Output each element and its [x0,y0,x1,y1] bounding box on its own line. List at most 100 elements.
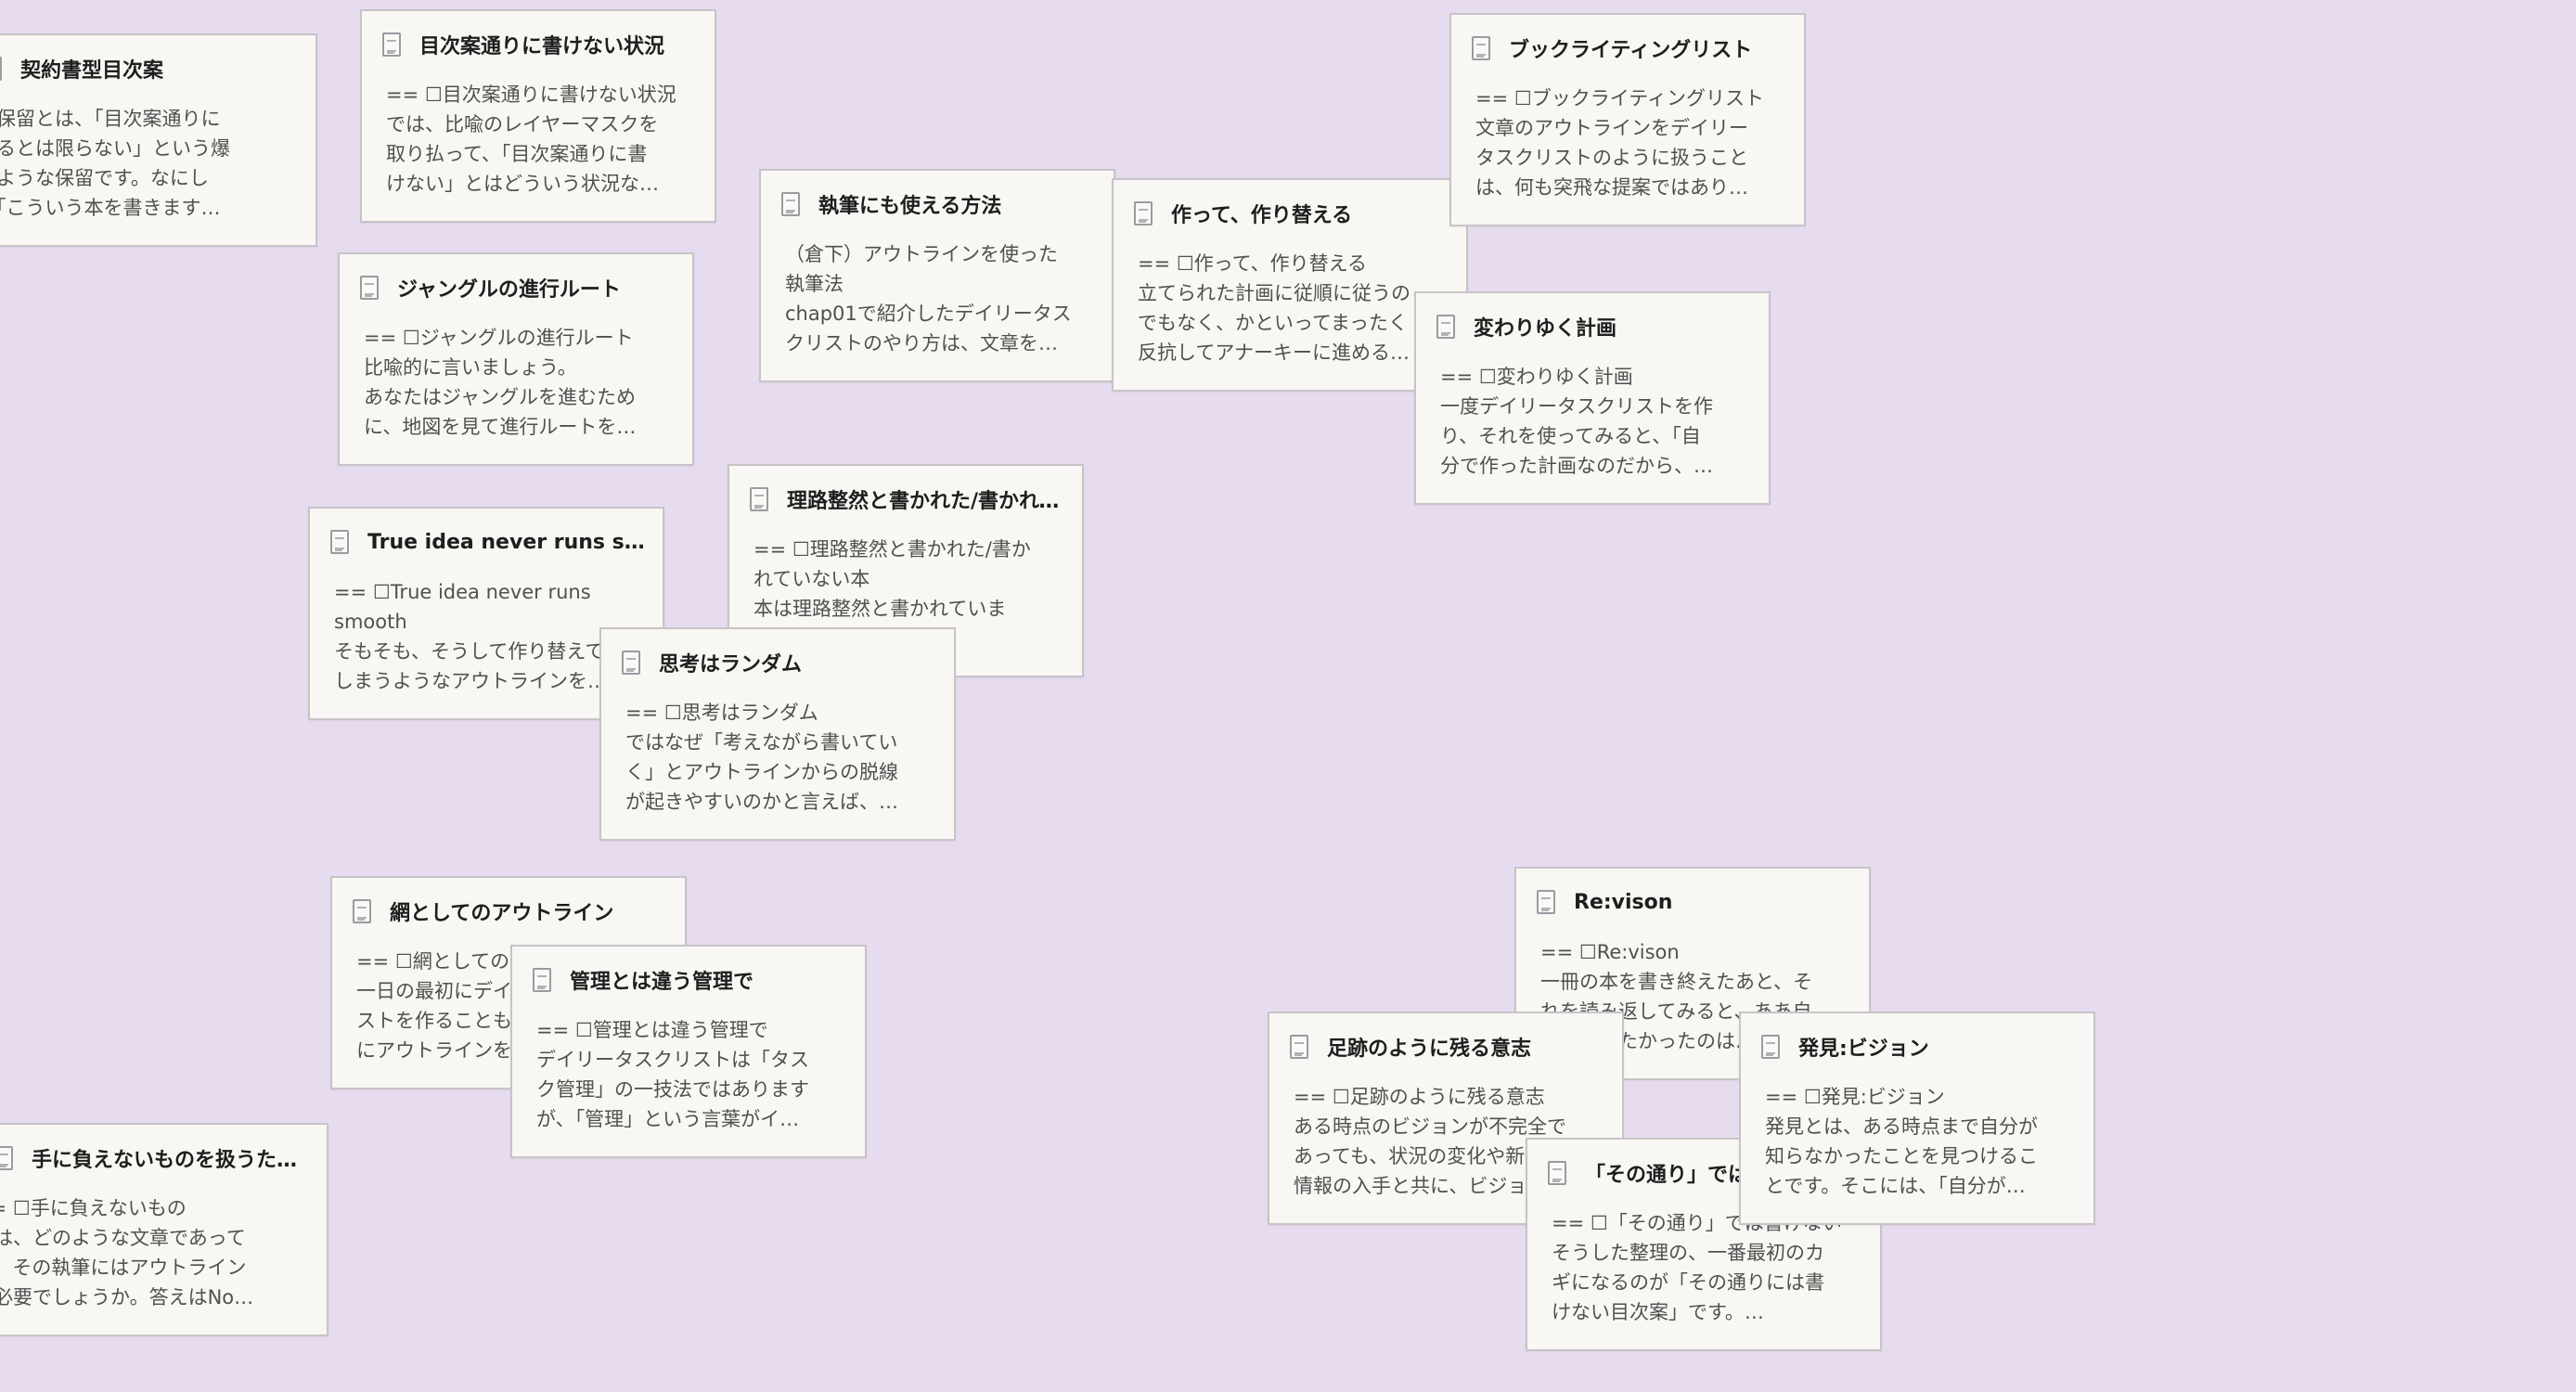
card-thinking-is-random[interactable]: 思考はランダム == ☐思考はランダム ではなぜ「考えながら書いてい く」とアウ… [599,627,956,841]
card-different-management[interactable]: 管理とは違う管理で == ☐管理とは違う管理で デイリータスクリストは「タス ク… [510,945,867,1158]
card-preview-line: == ☐発見:ビジョン [1765,1086,1945,1108]
card-preview-line: 書けるとは限らない」という爆 [0,137,230,160]
card-preview-line: 比喩的に言いましょう。 [364,356,577,379]
document-icon [622,651,640,675]
card-jungle-route[interactable]: ジャングルの進行ルート == ☐ジャングルの進行ルート 比喩的に言いましょう。 … [338,252,694,466]
card-also-for-writing[interactable]: 執筆にも使える方法 （倉下）アウトラインを使った 執筆法 chap01で紹介した… [759,169,1115,382]
card-preview-line: 取り払って、「目次案通りに書 [386,143,648,165]
card-preview-line: 分で作った計画なのだから、… [1440,455,1713,477]
card-preview-line: とです。そこには、「自分が… [1765,1175,2026,1197]
card-preview-line: そうした整理の、一番最初のカ [1552,1242,1824,1264]
card-header: 目次案通りに書けない状況 [382,24,702,65]
document-icon [1472,36,1490,60]
card-preview-line: デイリータスクリストは「タス [536,1049,809,1071]
card-header: 手に負えないものを扱うために [0,1138,314,1179]
document-icon [1134,201,1153,226]
card-book-writing-list[interactable]: ブックライティングリスト == ☐ブックライティングリスト 文章のアウトラインを… [1449,13,1806,226]
card-preview-line: 発見とは、ある時点まで自分が [1765,1115,2038,1138]
card-preview-line: あなたはジャングルを進むため [364,386,636,408]
card-body-preview: == ☐思考はランダム ではなぜ「考えながら書いてい く」とアウトラインからの脱… [625,698,934,817]
document-icon [353,899,371,923]
card-discovery-vision[interactable]: 発見:ビジョン == ☐発見:ビジョン 発見とは、ある時点まで自分が 知らなかっ… [1739,1012,2095,1225]
card-title: 目次案通りに書けない状況 [419,35,665,58]
card-preview-line: 本は理路整然と書かれていま [753,598,1007,620]
card-header: 執筆にも使える方法 [781,184,1101,225]
card-preview-line: が、「管理」という言葉がイ… [536,1108,800,1130]
card-title: 網としてのアウトライン [390,902,614,925]
card-body-preview: == ☐手に負えないもの では、どのような文章であって も、その執筆にはアウトラ… [0,1193,306,1312]
card-preview-line: ろ、「こういう本を書きます… [0,197,221,219]
card-preview-line: == ☐管理とは違う管理で [536,1019,768,1041]
card-preview-line: == ☐Re:vison [1540,941,1680,963]
card-preview-line: も、その執筆にはアウトライン [0,1257,247,1279]
card-title: 管理とは違う管理で [570,971,754,994]
card-preview-line: クリストのやり方は、文章を… [785,332,1058,354]
card-title: 変わりゆく計画 [1474,317,1617,341]
card-preview-line: その保留とは、「目次案通りに [0,108,221,130]
card-contract-toc[interactable]: 契約書型目次案 その保留とは、「目次案通りに 書けるとは限らない」という爆 弾の… [0,33,317,247]
document-icon [1290,1035,1308,1059]
document-icon [750,487,768,511]
card-header: ジャングルの進行ルート [360,267,679,308]
card-preview-line: 立てられた計画に従順に従うの [1138,282,1410,304]
card-title: 思考はランダム [659,653,803,677]
card-preview-line: 文章のアウトラインをデイリー [1475,117,1748,139]
card-header: Re:vison [1537,882,1856,922]
card-preview-line: == ☐思考はランダム [625,702,818,724]
card-preview-line: == ☐手に負えないもの [0,1197,187,1219]
card-title: 執筆にも使える方法 [818,195,1002,218]
card-preview-line: ク管理」の一技法ではあります [536,1078,809,1101]
card-preview-line: では、比喩のレイヤーマスクを [386,113,659,135]
card-body-preview: == ☐「その通り」では書けない そうした整理の、一番最初のカ ギになるのが「そ… [1552,1208,1860,1327]
card-preview-line: 一度デイリータスクリストを作 [1440,395,1713,418]
card-cannot-follow-toc[interactable]: 目次案通りに書けない状況 == ☐目次案通りに書けない状況 では、比喩のレイヤー… [360,9,716,223]
card-preview-line: 反抗してアナーキーに進める… [1138,342,1410,364]
card-header: 管理とは違う管理で [533,960,852,1000]
card-body-preview: == ☐発見:ビジョン 発見とは、ある時点まで自分が 知らなかったことを見つける… [1765,1082,2073,1201]
card-handling-unmanageable[interactable]: 手に負えないものを扱うために == ☐手に負えないもの では、どのような文章であ… [0,1123,328,1336]
card-body-preview: == ☐作って、作り替える 立てられた計画に従順に従うの でもなく、かといってま… [1138,249,1446,367]
card-preview-line: == ☐足跡のように残る意志 [1294,1086,1545,1108]
card-header: 作って、作り替える [1134,193,1453,234]
card-header: 思考はランダム [622,642,941,683]
card-preview-line: が起きやすいのかと言えば、… [625,791,898,813]
card-header: ブックライティングリスト [1472,28,1791,69]
card-body-preview: （倉下）アウトラインを使った 執筆法 chap01で紹介したデイリータス クリス… [785,239,1093,358]
card-body-preview: その保留とは、「目次案通りに 書けるとは限らない」という爆 弾のような保留です。… [0,104,295,223]
card-title: 理路整然と書かれた/書かれていない本 [787,490,1069,513]
document-icon [533,968,551,992]
card-preview-line: == ☐ブックライティングリスト [1475,87,1765,110]
card-body-preview: == ☐変わりゆく計画 一度デイリータスクリストを作 り、それを使ってみると、「… [1440,362,1748,481]
card-preview-line: smooth [334,611,407,633]
card-title: True idea never runs smooth [367,530,650,554]
card-preview-line: は、何も突飛な提案ではあり… [1475,176,1748,199]
card-preview-line: == ☐変わりゆく計画 [1440,366,1633,388]
card-header: 足跡のように残る意志 [1290,1026,1609,1067]
card-preview-line: に、地図を見て進行ルートを… [364,416,637,438]
document-icon [1436,315,1455,339]
document-icon [382,32,401,57]
card-title: 作って、作り替える [1171,204,1353,227]
document-icon [781,192,800,216]
card-title: ジャングルの進行ルート [397,278,621,302]
card-preview-line: == ☐作って、作り替える [1138,252,1367,275]
card-preview-line: == ☐True idea never runs [334,581,591,603]
card-preview-line: けない」とはどういう状況な… [386,173,659,195]
document-icon [1537,890,1555,914]
card-board-canvas[interactable]: 契約書型目次案 その保留とは、「目次案通りに 書けるとは限らない」という爆 弾の… [0,0,2576,1392]
card-preview-line: == ☐理路整然と書かれた/書か [753,538,1031,561]
card-preview-line: では、どのような文章であって [0,1227,246,1249]
card-preview-line: れていない本 [753,568,870,590]
card-preview-line: chap01で紹介したデイリータス [785,303,1072,325]
card-body-preview: == ☐ブックライティングリスト 文章のアウトラインをデイリー タスクリストのよ… [1475,84,1784,202]
document-icon [0,1146,13,1170]
card-body-preview: == ☐管理とは違う管理で デイリータスクリストは「タス ク管理」の一技法ではあ… [536,1015,844,1134]
card-header: 発見:ビジョン [1761,1026,2080,1067]
card-body-preview: == ☐True idea never runs smooth そもそも、そうし… [334,577,642,696]
card-preview-line: 弾のような保留です。なにし [0,167,209,189]
card-title: Re:vison [1574,890,1673,914]
card-preview-line: り、それを使ってみると、「自 [1440,425,1701,447]
card-changing-plan[interactable]: 変わりゆく計画 == ☐変わりゆく計画 一度デイリータスクリストを作 り、それを… [1414,291,1771,505]
card-preview-line: タスクリストのように扱うこと [1475,147,1748,169]
document-icon [0,57,2,81]
